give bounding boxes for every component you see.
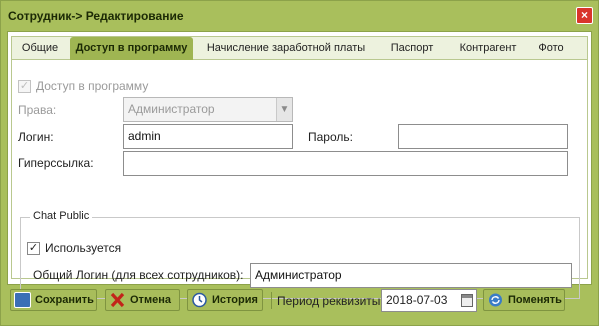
program-access-panel: ✓ Доступ в программу Права: Администрато… (11, 60, 588, 299)
save-button-label: Сохранить (35, 294, 94, 306)
tab-photo[interactable]: Фото (532, 37, 570, 59)
period-date-input[interactable]: 2018-07-03 (381, 289, 477, 312)
period-label: Период реквизиты: (277, 294, 384, 308)
window-title: Сотрудник-> Редактирование (8, 9, 184, 23)
history-button-label: История (212, 294, 258, 306)
chat-public-legend: Chat Public (30, 210, 93, 222)
refresh-icon (487, 292, 504, 308)
floppy-disk-icon (14, 292, 31, 308)
hyperlink-label: Гиперссылка: (18, 156, 94, 170)
tab-passport[interactable]: Паспорт (382, 37, 442, 59)
access-checkbox[interactable]: ✓ (18, 80, 31, 93)
cancel-x-icon (109, 292, 126, 308)
change-button-label: Поменять (508, 294, 562, 306)
cancel-button[interactable]: Отмена (105, 289, 180, 311)
tab-general[interactable]: Общие (18, 37, 62, 59)
dialog-body: Общие Доступ в программу Начисление зара… (7, 31, 592, 299)
chat-public-group: Chat Public ✓ Используется Общий Логин (… (20, 210, 580, 299)
access-label: Доступ в программу (36, 79, 149, 93)
clock-icon (191, 292, 208, 308)
tab-salary[interactable]: Начисление заработной платы (200, 37, 372, 59)
window-titlebar[interactable]: Сотрудник-> Редактирование × (1, 1, 598, 31)
login-input[interactable]: admin (123, 124, 293, 149)
cancel-button-label: Отмена (130, 294, 171, 306)
calendar-icon[interactable] (461, 294, 473, 307)
dialog-footer: Сохранить Отмена История Период реквизит… (7, 289, 592, 319)
save-button[interactable]: Сохранить (10, 289, 97, 311)
common-login-input[interactable]: Администратор (250, 263, 572, 288)
change-button[interactable]: Поменять (483, 289, 565, 311)
password-input[interactable] (398, 124, 568, 149)
close-button[interactable]: × (576, 7, 593, 24)
rights-select-value: Администратор (128, 102, 215, 116)
login-label: Логин: (18, 130, 54, 144)
edit-employee-window: Сотрудник-> Редактирование × Общие Досту… (0, 0, 599, 326)
common-login-label: Общий Логин (для всех сотрудников): (33, 268, 244, 282)
footer-divider (271, 292, 272, 309)
chat-used-label: Используется (45, 241, 122, 255)
period-date-value: 2018-07-03 (386, 293, 448, 307)
hyperlink-input[interactable] (123, 151, 568, 176)
history-button[interactable]: История (187, 289, 263, 311)
tab-counterparty[interactable]: Контрагент (450, 37, 526, 59)
tab-bar: Общие Доступ в программу Начисление зара… (11, 36, 588, 60)
tab-program-access[interactable]: Доступ в программу (70, 37, 193, 60)
rights-label: Права: (18, 103, 57, 117)
rights-select[interactable]: Администратор ▼ (123, 97, 293, 122)
password-label: Пароль: (308, 130, 353, 144)
chevron-down-icon: ▼ (276, 98, 292, 121)
chat-used-checkbox[interactable]: ✓ (27, 242, 40, 255)
